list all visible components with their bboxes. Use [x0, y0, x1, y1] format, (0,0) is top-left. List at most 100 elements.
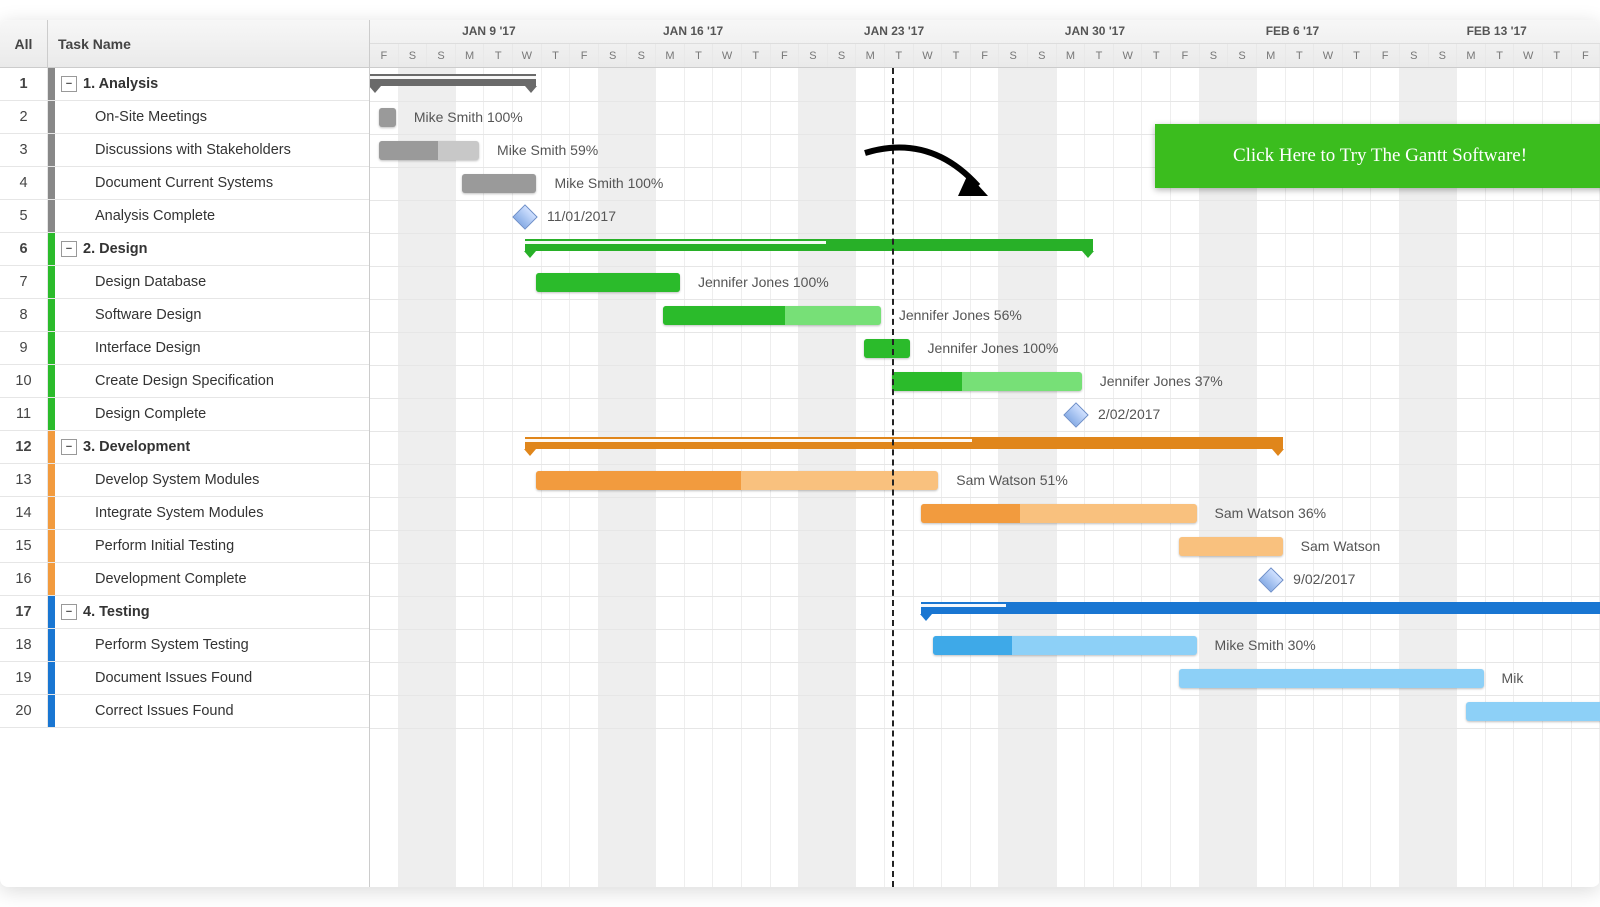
row-number: 15	[0, 530, 48, 562]
task-bar[interactable]	[892, 372, 1081, 391]
color-stripe	[48, 596, 55, 628]
day-header: T	[742, 44, 771, 67]
color-stripe	[48, 431, 55, 463]
task-row[interactable]: 19Document Issues Found	[0, 662, 369, 695]
task-row[interactable]: 13Develop System Modules	[0, 464, 369, 497]
gantt-app: All Task Name JAN 9 '17JAN 16 '17JAN 23 …	[0, 20, 1600, 887]
task-row[interactable]: 11Design Complete	[0, 398, 369, 431]
row-number: 10	[0, 365, 48, 397]
header: All Task Name JAN 9 '17JAN 16 '17JAN 23 …	[0, 20, 1600, 68]
task-label: Perform System Testing	[95, 637, 249, 653]
task-list-header: All Task Name	[0, 20, 370, 67]
arrow-icon	[860, 138, 1000, 218]
day-header: T	[1085, 44, 1114, 67]
color-stripe	[48, 200, 55, 232]
task-row[interactable]: 9Interface Design	[0, 332, 369, 365]
all-column-header[interactable]: All	[0, 20, 48, 67]
day-header: T	[685, 44, 714, 67]
task-bar[interactable]	[462, 174, 537, 193]
row-number: 13	[0, 464, 48, 496]
task-group-row[interactable]: 12−3. Development	[0, 431, 369, 464]
task-group-row[interactable]: 1−1. Analysis	[0, 68, 369, 101]
task-row[interactable]: 7 Design Database	[0, 266, 369, 299]
bar-label: Jennifer Jones 37%	[1100, 373, 1223, 389]
row-number: 12	[0, 431, 48, 463]
color-stripe	[48, 266, 55, 298]
collapse-icon[interactable]: −	[61, 439, 77, 455]
task-row[interactable]: 3Discussions with Stakeholders	[0, 134, 369, 167]
task-bar[interactable]	[1179, 537, 1282, 556]
bar-label: Mike Smith 100%	[414, 109, 523, 125]
row-number: 3	[0, 134, 48, 166]
summary-bar[interactable]	[525, 239, 1093, 251]
task-row[interactable]: 5Analysis Complete	[0, 200, 369, 233]
cta-button[interactable]: Click Here to Try The Gantt Software!	[1155, 124, 1600, 188]
row-number: 17	[0, 596, 48, 628]
summary-bar[interactable]	[921, 602, 1600, 614]
day-header: F	[1171, 44, 1200, 67]
task-label: Design Database	[95, 274, 206, 290]
task-bar[interactable]	[1466, 702, 1600, 721]
day-header: W	[713, 44, 742, 67]
task-row[interactable]: 4Document Current Systems	[0, 167, 369, 200]
task-group-row[interactable]: 17−4. Testing	[0, 596, 369, 629]
collapse-icon[interactable]: −	[61, 604, 77, 620]
day-header: M	[856, 44, 885, 67]
task-row[interactable]: 18Perform System Testing	[0, 629, 369, 662]
task-bar[interactable]	[663, 306, 881, 325]
day-header: M	[456, 44, 485, 67]
task-bar[interactable]	[921, 504, 1197, 523]
bar-label: Jennifer Jones 100%	[928, 340, 1059, 356]
row-number: 7	[0, 266, 48, 298]
summary-bar[interactable]	[370, 74, 536, 86]
task-bar[interactable]	[864, 339, 910, 358]
task-bar[interactable]	[379, 108, 396, 127]
day-header: S	[999, 44, 1028, 67]
task-row[interactable]: 10Create Design Specification	[0, 365, 369, 398]
gantt-chart-area[interactable]: Click Here to Try The Gantt Software! Mi…	[370, 68, 1600, 887]
row-number: 9	[0, 332, 48, 364]
color-stripe	[48, 497, 55, 529]
week-label: FEB 6 '17	[1266, 24, 1320, 38]
row-number: 8	[0, 299, 48, 331]
day-header: W	[1314, 44, 1343, 67]
task-label: Correct Issues Found	[95, 703, 234, 719]
task-label: On-Site Meetings	[95, 109, 207, 125]
task-group-row[interactable]: 6−2. Design	[0, 233, 369, 266]
task-bar[interactable]	[1179, 669, 1483, 688]
row-number: 5	[0, 200, 48, 232]
task-bar[interactable]	[379, 141, 479, 160]
task-row[interactable]: 2On-Site Meetings	[0, 101, 369, 134]
task-row[interactable]: 14Integrate System Modules	[0, 497, 369, 530]
task-bar[interactable]	[536, 471, 938, 490]
row-number: 1	[0, 68, 48, 100]
color-stripe	[48, 233, 55, 265]
day-header: S	[1228, 44, 1257, 67]
taskname-column-header[interactable]: Task Name	[48, 20, 369, 67]
timeline-header[interactable]: JAN 9 '17JAN 16 '17JAN 23 '17JAN 30 '17F…	[370, 20, 1600, 67]
bar-label: Sam Watson 51%	[956, 472, 1068, 488]
collapse-icon[interactable]: −	[61, 241, 77, 257]
summary-bar[interactable]	[525, 437, 1283, 449]
task-row[interactable]: 20Correct Issues Found	[0, 695, 369, 728]
row-number: 6	[0, 233, 48, 265]
task-row[interactable]: 15Perform Initial Testing	[0, 530, 369, 563]
week-label: JAN 30 '17	[1065, 24, 1125, 38]
task-row[interactable]: 8Software Design	[0, 299, 369, 332]
task-row[interactable]: 16Development Complete	[0, 563, 369, 596]
day-header: T	[484, 44, 513, 67]
collapse-icon[interactable]: −	[61, 76, 77, 92]
task-bar[interactable]	[933, 636, 1197, 655]
bar-label: Mik	[1502, 670, 1524, 686]
milestone-label: 2/02/2017	[1098, 406, 1160, 422]
day-header: T	[1543, 44, 1572, 67]
task-bar[interactable]	[536, 273, 680, 292]
day-header: S	[828, 44, 857, 67]
day-header: T	[1142, 44, 1171, 67]
color-stripe	[48, 332, 55, 364]
day-header: S	[599, 44, 628, 67]
task-label: 3. Development	[83, 439, 190, 455]
day-header: T	[1486, 44, 1515, 67]
task-list[interactable]: 1−1. Analysis2On-Site Meetings3Discussio…	[0, 68, 370, 887]
day-header: F	[1371, 44, 1400, 67]
